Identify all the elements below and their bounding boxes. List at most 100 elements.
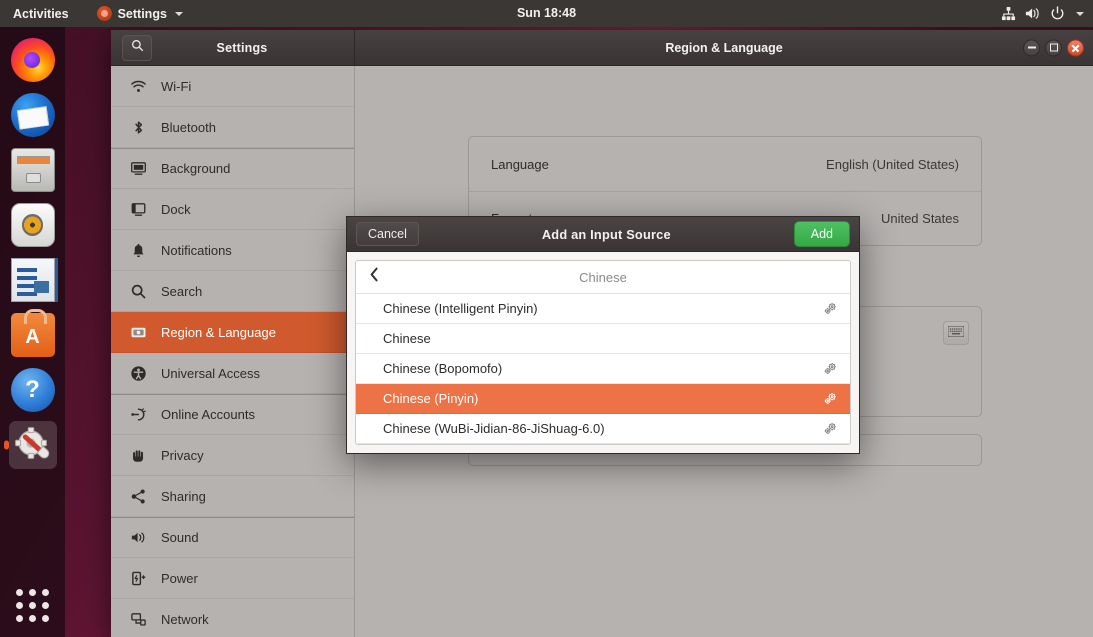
dock-item-files[interactable] <box>9 146 57 194</box>
preferences-gear-icon[interactable] <box>822 421 838 437</box>
rhythmbox-icon <box>11 203 55 247</box>
add-input-source-dialog: Cancel Add an Input Source Add Chinese <box>346 216 860 454</box>
bluetooth-icon <box>129 118 147 136</box>
page-header: Region & Language <box>355 30 1093 65</box>
sidebar-item-search[interactable]: Search <box>111 271 354 312</box>
close-icon <box>1071 43 1080 52</box>
language-value: English (United States) <box>826 157 959 172</box>
sidebar-item-bluetooth[interactable]: Bluetooth <box>111 107 354 148</box>
sidebar-item-label: Dock <box>161 202 191 217</box>
list-item[interactable]: Chinese (Bopomofo) <box>356 354 850 384</box>
dock-item-thunderbird[interactable] <box>9 91 57 139</box>
sidebar-item-label: Online Accounts <box>161 407 255 422</box>
back-button[interactable] <box>366 268 382 286</box>
sidebar-item-power[interactable]: Power <box>111 558 354 599</box>
firefox-icon <box>11 38 55 82</box>
sound-icon <box>129 529 147 547</box>
ubuntu-settings-icon <box>97 6 112 21</box>
grid-dot <box>42 589 49 596</box>
wifi-icon <box>129 77 147 95</box>
language-row[interactable]: Language English (United States) <box>469 137 981 191</box>
list-item[interactable]: Chinese <box>356 324 850 354</box>
app-menu-label: Settings <box>118 7 167 21</box>
sidebar-item-privacy[interactable]: Privacy <box>111 435 354 476</box>
sidebar-item-label: Wi-Fi <box>161 79 191 94</box>
keyboard-shortcuts-button[interactable] <box>943 321 969 345</box>
sidebar-item-network[interactable]: Network <box>111 599 354 637</box>
preferences-gear-icon[interactable] <box>822 361 838 377</box>
network-wired-icon[interactable] <box>1001 6 1016 21</box>
thunderbird-icon <box>11 93 55 137</box>
sidebar-item-label: Privacy <box>161 448 204 463</box>
search-button[interactable] <box>122 35 152 61</box>
keyboard-icon <box>948 324 964 342</box>
sidebar-item-wifi[interactable]: Wi-Fi <box>111 66 354 107</box>
bell-icon <box>129 241 147 259</box>
app-menu-button[interactable]: Settings <box>88 0 192 27</box>
add-button[interactable]: Add <box>794 221 850 247</box>
dock-item-ubuntu-software[interactable] <box>9 311 57 359</box>
chevron-left-icon <box>369 267 380 287</box>
sidebar-item-dock[interactable]: Dock <box>111 189 354 230</box>
sidebar-item-region-language[interactable]: Region & Language <box>111 312 354 353</box>
sidebar-item-universal-access[interactable]: Universal Access <box>111 353 354 394</box>
preferences-gear-icon[interactable] <box>822 391 838 407</box>
preferences-gear-icon[interactable] <box>822 301 838 317</box>
volume-icon[interactable] <box>1025 6 1041 21</box>
maximize-icon <box>1050 44 1058 52</box>
list-item[interactable]: Chinese (Pinyin) <box>356 384 850 414</box>
sidebar-item-notifications[interactable]: Notifications <box>111 230 354 271</box>
minimize-button[interactable] <box>1023 39 1040 56</box>
sharing-icon <box>129 487 147 505</box>
sidebar-item-label: Network <box>161 612 209 627</box>
dialog-title-bar: Cancel Add an Input Source Add <box>347 217 859 252</box>
sidebar-item-label: Sound <box>161 530 199 545</box>
ubuntu-software-icon <box>11 313 55 357</box>
dock-item-settings[interactable] <box>9 421 57 469</box>
window-title-bar: Settings Region & Language <box>111 30 1093 66</box>
sidebar-header: Settings <box>111 30 355 65</box>
sidebar-item-sharing[interactable]: Sharing <box>111 476 354 517</box>
grid-dot <box>16 602 23 609</box>
files-icon <box>11 148 55 192</box>
network-icon <box>129 610 147 628</box>
sidebar-item-label: Background <box>161 161 230 176</box>
dock-item-libreoffice-writer[interactable] <box>9 256 57 304</box>
list-item[interactable]: Chinese (Intelligent Pinyin) <box>356 294 850 324</box>
list-header: Chinese <box>356 261 850 294</box>
power-icon[interactable] <box>1050 6 1065 21</box>
sidebar-item-sound[interactable]: Sound <box>111 517 354 558</box>
list-item-label: Chinese (Bopomofo) <box>383 361 502 376</box>
close-button[interactable] <box>1067 39 1084 56</box>
list-item-label: Chinese (WuBi-Jidian-86-JiShuag-6.0) <box>383 421 605 436</box>
grid-dot <box>16 589 23 596</box>
chevron-down-icon <box>175 12 183 16</box>
dialog-title: Add an Input Source <box>542 227 671 242</box>
left-dock <box>0 27 65 637</box>
grid-dot <box>16 615 23 622</box>
list-item-label: Chinese (Intelligent Pinyin) <box>383 301 538 316</box>
activities-button[interactable]: Activities <box>4 0 78 27</box>
grid-dot <box>42 615 49 622</box>
power-battery-icon <box>129 569 147 587</box>
sidebar-item-label: Search <box>161 284 202 299</box>
list-item-label: Chinese <box>383 331 431 346</box>
formats-value: United States <box>881 211 959 226</box>
desktop-screen: Activities Settings Sun 18:48 <box>0 0 1093 637</box>
search-icon <box>129 282 147 300</box>
cancel-button[interactable]: Cancel <box>356 222 419 246</box>
activities-label: Activities <box>13 7 69 21</box>
settings-gear-wrench-icon <box>11 423 55 467</box>
system-tray[interactable] <box>1001 6 1093 21</box>
maximize-button[interactable] <box>1045 39 1062 56</box>
sidebar-item-online-accounts[interactable]: Online Accounts <box>111 394 354 435</box>
chevron-down-icon[interactable] <box>1076 12 1084 16</box>
minimize-icon <box>1028 47 1036 49</box>
list-item[interactable]: Chinese (WuBi-Jidian-86-JiShuag-6.0) <box>356 414 850 444</box>
dock-icon <box>129 200 147 218</box>
dock-item-help[interactable] <box>9 366 57 414</box>
dock-item-firefox[interactable] <box>9 36 57 84</box>
show-applications-button[interactable] <box>16 589 50 623</box>
sidebar-item-background[interactable]: Background <box>111 148 354 189</box>
dock-item-rhythmbox[interactable] <box>9 201 57 249</box>
